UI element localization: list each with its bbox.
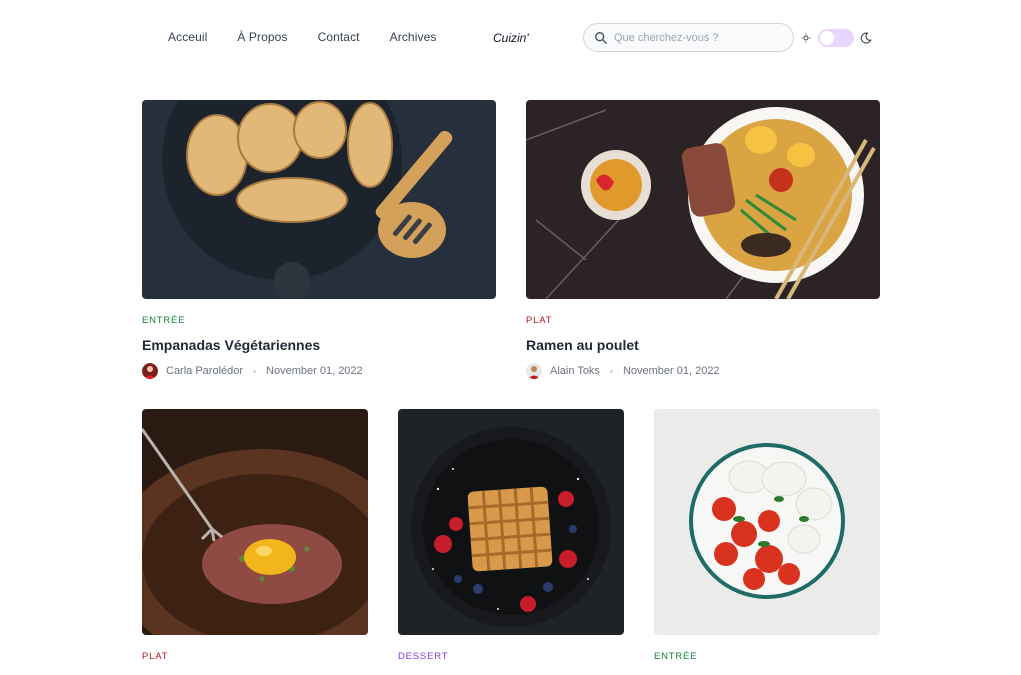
theme-toggle-knob <box>820 31 834 45</box>
card-meta: Alain Toks November 01, 2022 <box>526 363 720 379</box>
card-category[interactable]: PLAT <box>142 651 168 662</box>
card-image-ramen[interactable] <box>526 100 880 299</box>
nav-link-archives[interactable]: Archives <box>390 30 437 44</box>
site-logo[interactable]: Cuizin' <box>493 31 529 45</box>
card-image-waffle[interactable] <box>398 409 624 635</box>
card-image-caprese[interactable] <box>654 409 880 635</box>
post-date: November 01, 2022 <box>266 365 363 377</box>
author-name[interactable]: Carla Parolédor <box>166 365 243 377</box>
separator-dot <box>609 369 613 373</box>
moon-icon <box>860 32 872 44</box>
card-category[interactable]: PLAT <box>526 315 552 326</box>
card-category[interactable]: ENTRÉE <box>142 315 185 326</box>
nav-link-a-propos[interactable]: À Propos <box>237 30 287 44</box>
card-image-tartare[interactable] <box>142 409 368 635</box>
post-date: November 01, 2022 <box>622 365 720 377</box>
card-image-empanadas[interactable] <box>142 100 496 299</box>
sun-icon <box>801 33 811 43</box>
card-title[interactable]: Empanadas Végétariennes <box>142 337 320 353</box>
search-icon[interactable] <box>594 31 608 45</box>
nav-link-acceuil[interactable]: Acceuil <box>168 30 207 44</box>
separator-dot <box>253 369 257 373</box>
theme-toggle[interactable] <box>818 29 854 47</box>
nav-link-contact[interactable]: Contact <box>318 30 360 44</box>
author-name[interactable]: Alain Toks <box>550 365 600 377</box>
card-title[interactable]: Ramen au poulet <box>526 337 639 353</box>
search-bar[interactable] <box>583 23 794 52</box>
avatar <box>526 363 542 379</box>
main-nav: Acceuil À Propos Contact Archives <box>168 30 466 44</box>
search-input[interactable] <box>614 31 784 44</box>
card-category[interactable]: DESSERT <box>398 651 448 662</box>
avatar <box>142 363 158 379</box>
card-category[interactable]: ENTRÉE <box>654 651 697 662</box>
card-meta: Carla Parolédor November 01, 2022 <box>142 363 363 379</box>
